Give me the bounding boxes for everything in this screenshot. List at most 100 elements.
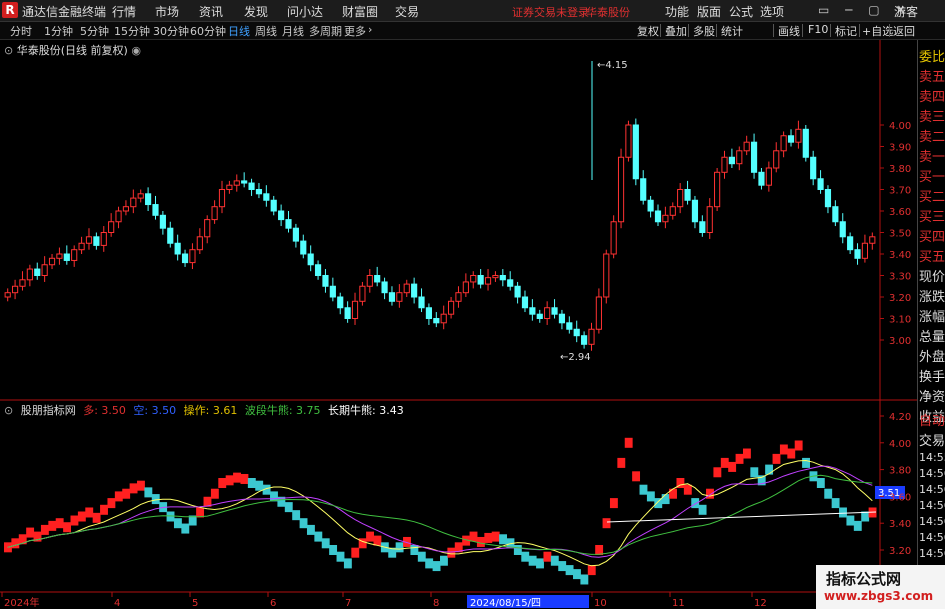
indicator-block	[787, 448, 796, 459]
side-buy1: 买一	[919, 170, 945, 185]
indicator-block	[846, 515, 855, 526]
indicator-block	[181, 523, 190, 534]
candle-body	[34, 268, 41, 276]
side-waipan: 外盘	[919, 350, 945, 365]
indicator-block	[639, 484, 648, 495]
indicator-block	[794, 440, 803, 451]
price-tick-label: 3.30	[889, 272, 911, 283]
date-label: 11	[672, 598, 685, 609]
candle-body	[507, 279, 514, 287]
side-sell4: 卖四	[919, 90, 945, 105]
date-label: 2024年	[4, 596, 39, 609]
settings-icon[interactable]: ⊙	[4, 44, 13, 57]
indicator-block	[92, 512, 101, 523]
indicator-block	[70, 515, 79, 526]
indicator-block	[173, 518, 182, 529]
indicator-block	[720, 457, 729, 468]
indicator-block	[816, 478, 825, 488]
indicator-block	[440, 555, 448, 566]
side-sell5: 卖五	[919, 70, 945, 85]
expand-icon[interactable]: ◉	[131, 44, 141, 57]
date-label: 7	[345, 598, 351, 609]
candle-body	[196, 236, 203, 251]
candle-body	[108, 221, 115, 233]
candle-body	[588, 328, 595, 345]
candle-body	[721, 156, 728, 173]
indicator-legend: ⊙ 股朋指标网 多: 3.50 空: 3.50 操作: 3.61 波段牛熊: 3…	[4, 402, 408, 418]
candle-body	[544, 307, 551, 319]
date-label: 6	[270, 598, 276, 609]
indicator-block	[336, 551, 345, 562]
price-tick-label: 3.70	[889, 186, 911, 197]
candle-body	[536, 313, 543, 320]
candle-body	[285, 219, 292, 229]
candle-body	[152, 204, 159, 216]
indicator-block	[765, 464, 774, 475]
candle-body	[366, 275, 373, 287]
side-xianjia: 现价	[919, 270, 945, 285]
candle-body	[669, 206, 676, 216]
indicator-line	[7, 459, 873, 567]
indicator-block	[632, 471, 641, 482]
candle-body	[551, 307, 558, 315]
candle-body	[411, 283, 418, 298]
candle-body	[691, 199, 699, 223]
indicator-block	[550, 555, 559, 566]
indicator-block	[48, 520, 57, 531]
legend-changqi: 长期牛熊: 3.43	[328, 404, 404, 417]
indicator-settings-icon[interactable]: ⊙	[4, 404, 13, 417]
candle-body	[100, 232, 107, 246]
candle-body	[41, 264, 48, 276]
site-watermark: 指标公式网 www.zbgs3.com	[816, 565, 945, 609]
candle-body	[743, 141, 750, 152]
candle-body	[728, 156, 735, 165]
side-zongliang: 总量	[919, 330, 945, 345]
ind-tick-label: 4.20	[889, 412, 911, 423]
candle-body	[462, 281, 469, 294]
candle-body	[714, 171, 721, 208]
legend-boduan: 波段牛熊: 3.75	[244, 404, 321, 417]
candle-body	[566, 322, 573, 330]
indicator-block	[210, 488, 219, 499]
indicator-block	[225, 475, 234, 486]
candle-body	[204, 219, 211, 238]
candle-body	[255, 189, 263, 195]
candle-body	[403, 283, 410, 294]
candle-body	[699, 221, 706, 233]
side-auto[interactable]: 自动	[919, 410, 945, 429]
indicator-block	[77, 511, 86, 522]
candle-body	[167, 227, 174, 244]
side-trade[interactable]: 交易	[919, 430, 945, 449]
indicator-block	[373, 535, 382, 546]
candle-body	[189, 249, 196, 264]
indicator-block	[218, 478, 227, 488]
indicator-block	[26, 527, 35, 538]
candle-body	[573, 328, 580, 337]
indicator-block	[831, 498, 840, 509]
indicator-name: 股朋指标网	[20, 404, 76, 417]
price-tick-label: 3.50	[889, 229, 911, 240]
legend-kong: 空: 3.50	[133, 404, 177, 417]
indicator-block	[284, 502, 293, 513]
kline-chart[interactable]: ←4.15←2.94 3.51 4.003.903.803.703.603.50…	[0, 0, 945, 609]
candle-body	[492, 275, 499, 279]
candle-body	[847, 236, 854, 251]
tick-time: 14:56	[919, 499, 945, 512]
indicator-block	[617, 457, 626, 468]
indicator-block	[299, 518, 308, 529]
candle-body	[374, 275, 381, 283]
candle-body	[839, 221, 846, 238]
indicator-block	[602, 518, 611, 529]
candle-body	[211, 206, 218, 221]
candle-body	[499, 275, 506, 281]
price-tick-label: 3.40	[889, 250, 911, 261]
candle-body	[4, 292, 11, 298]
candle-body	[218, 189, 226, 208]
candle-body	[300, 240, 307, 255]
tick-time: 14:56	[919, 515, 945, 528]
tick-time: 14:56	[919, 531, 945, 544]
candle-body	[19, 279, 26, 287]
indicator-block	[85, 507, 94, 518]
candle-body	[529, 307, 536, 315]
candle-body	[56, 253, 63, 259]
